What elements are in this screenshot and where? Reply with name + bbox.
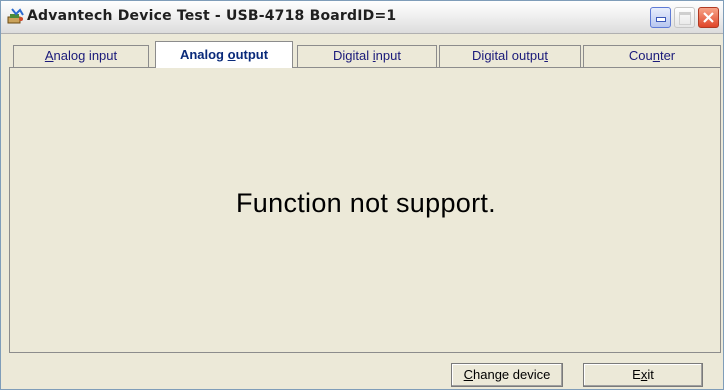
tab-label-mnemonic: t xyxy=(544,48,548,63)
tab-analog-input[interactable]: Analog input xyxy=(13,45,149,67)
tab-digital-output[interactable]: Digital output xyxy=(439,45,581,67)
close-button[interactable] xyxy=(698,7,719,28)
tab-panel: Function not support. xyxy=(9,67,721,353)
tab-analog-output[interactable]: Analog output xyxy=(155,41,293,68)
tab-label-post: nput xyxy=(375,48,401,63)
title-bar[interactable]: Advantech Device Test - USB-4718 BoardID… xyxy=(1,1,723,34)
device-test-app-icon xyxy=(7,8,24,24)
tab-label-post: utput xyxy=(235,47,269,62)
tab-counter[interactable]: Counter xyxy=(583,45,721,67)
tab-label-pre: Digital xyxy=(333,48,373,63)
button-label-pre: E xyxy=(632,367,641,382)
tab-label-mnemonic: n xyxy=(652,48,660,63)
tab-label-mnemonic: o xyxy=(227,47,236,62)
tab-label-pre: Digital outpu xyxy=(472,48,545,63)
app-window: Advantech Device Test - USB-4718 BoardID… xyxy=(0,0,724,390)
close-icon xyxy=(703,12,714,23)
change-device-button[interactable]: Change device xyxy=(451,363,563,387)
button-label-mnemonic: C xyxy=(463,367,474,382)
not-supported-message: Function not support. xyxy=(236,188,496,218)
window-title: Advantech Device Test - USB-4718 BoardID… xyxy=(27,8,397,24)
caption-buttons xyxy=(650,7,719,29)
tab-label-post: ter xyxy=(659,48,676,63)
tab-label-pre: Analog xyxy=(179,47,228,62)
tab-digital-input[interactable]: Digital input xyxy=(297,45,437,67)
tab-label-mnemonic: A xyxy=(44,48,54,63)
tab-strip: Analog input Analog output Digital input… xyxy=(9,41,721,68)
button-label-post: it xyxy=(647,367,654,382)
button-label-post: hange device xyxy=(473,367,551,382)
minimize-button[interactable] xyxy=(650,7,671,28)
tab-label-post: nalog input xyxy=(53,48,118,63)
tab-label-pre: Cou xyxy=(628,48,653,63)
exit-button[interactable]: Exit xyxy=(583,363,703,387)
maximize-button[interactable] xyxy=(674,7,695,28)
